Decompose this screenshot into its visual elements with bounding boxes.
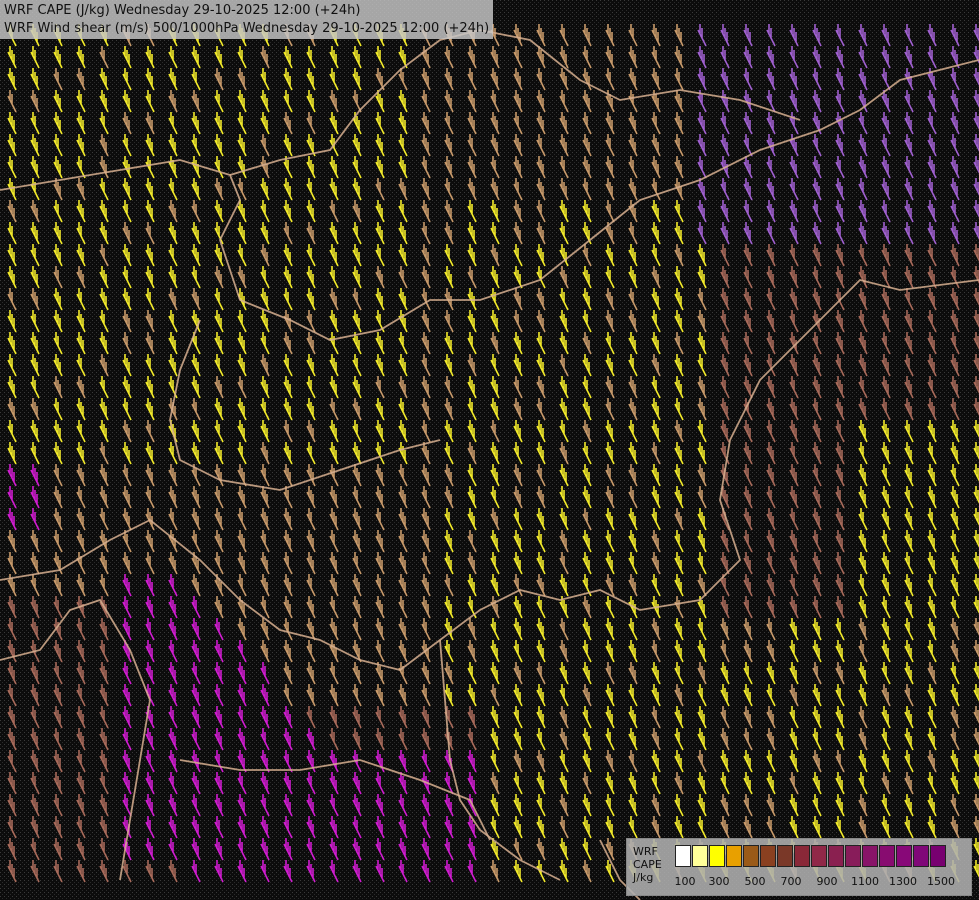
legend-swatch xyxy=(862,845,878,867)
legend-tick: 900 xyxy=(816,875,838,888)
legend-tick: 1300 xyxy=(889,875,917,888)
cape-title: WRF CAPE (J/kg) Wednesday 29-10-2025 12:… xyxy=(4,3,361,18)
legend-swatch xyxy=(828,845,844,867)
legend-swatch xyxy=(811,845,827,867)
legend-swatch xyxy=(845,845,861,867)
legend-tick: 500 xyxy=(744,875,766,888)
legend-label-line: J/kg xyxy=(633,871,654,884)
legend-tick: 300 xyxy=(708,875,730,888)
legend-swatch xyxy=(760,845,776,867)
legend-swatch xyxy=(930,845,946,867)
legend-label-line: CAPE xyxy=(633,858,662,871)
legend-swatch xyxy=(794,845,810,867)
legend-tick: 1500 xyxy=(927,875,955,888)
legend-swatch xyxy=(879,845,895,867)
legend-tick: 100 xyxy=(674,875,696,888)
cape-legend: WRF CAPE J/kg 100 300 500 700 900 1100 1… xyxy=(626,838,972,896)
legend-swatch xyxy=(709,845,725,867)
legend-swatch xyxy=(692,845,708,867)
legend-tick: 700 xyxy=(780,875,802,888)
legend-swatch xyxy=(675,845,691,867)
wind-shear-title: WRF Wind shear (m/s) 500/1000hPa Wednesd… xyxy=(4,21,490,36)
legend-tick: 1100 xyxy=(851,875,879,888)
legend-swatch xyxy=(913,845,929,867)
legend-swatch xyxy=(743,845,759,867)
map-title-box: WRF CAPE (J/kg) Wednesday 29-10-2025 12:… xyxy=(0,0,494,39)
legend-ticks: 100 300 500 700 900 1100 1300 1500 xyxy=(675,875,965,889)
legend-label-line: WRF xyxy=(633,845,658,858)
legend-swatch xyxy=(896,845,912,867)
legend-swatch xyxy=(726,845,742,867)
legend-label: WRF CAPE J/kg xyxy=(633,845,669,884)
weather-map xyxy=(0,0,979,900)
legend-color-scale xyxy=(675,845,947,867)
legend-swatch xyxy=(777,845,793,867)
